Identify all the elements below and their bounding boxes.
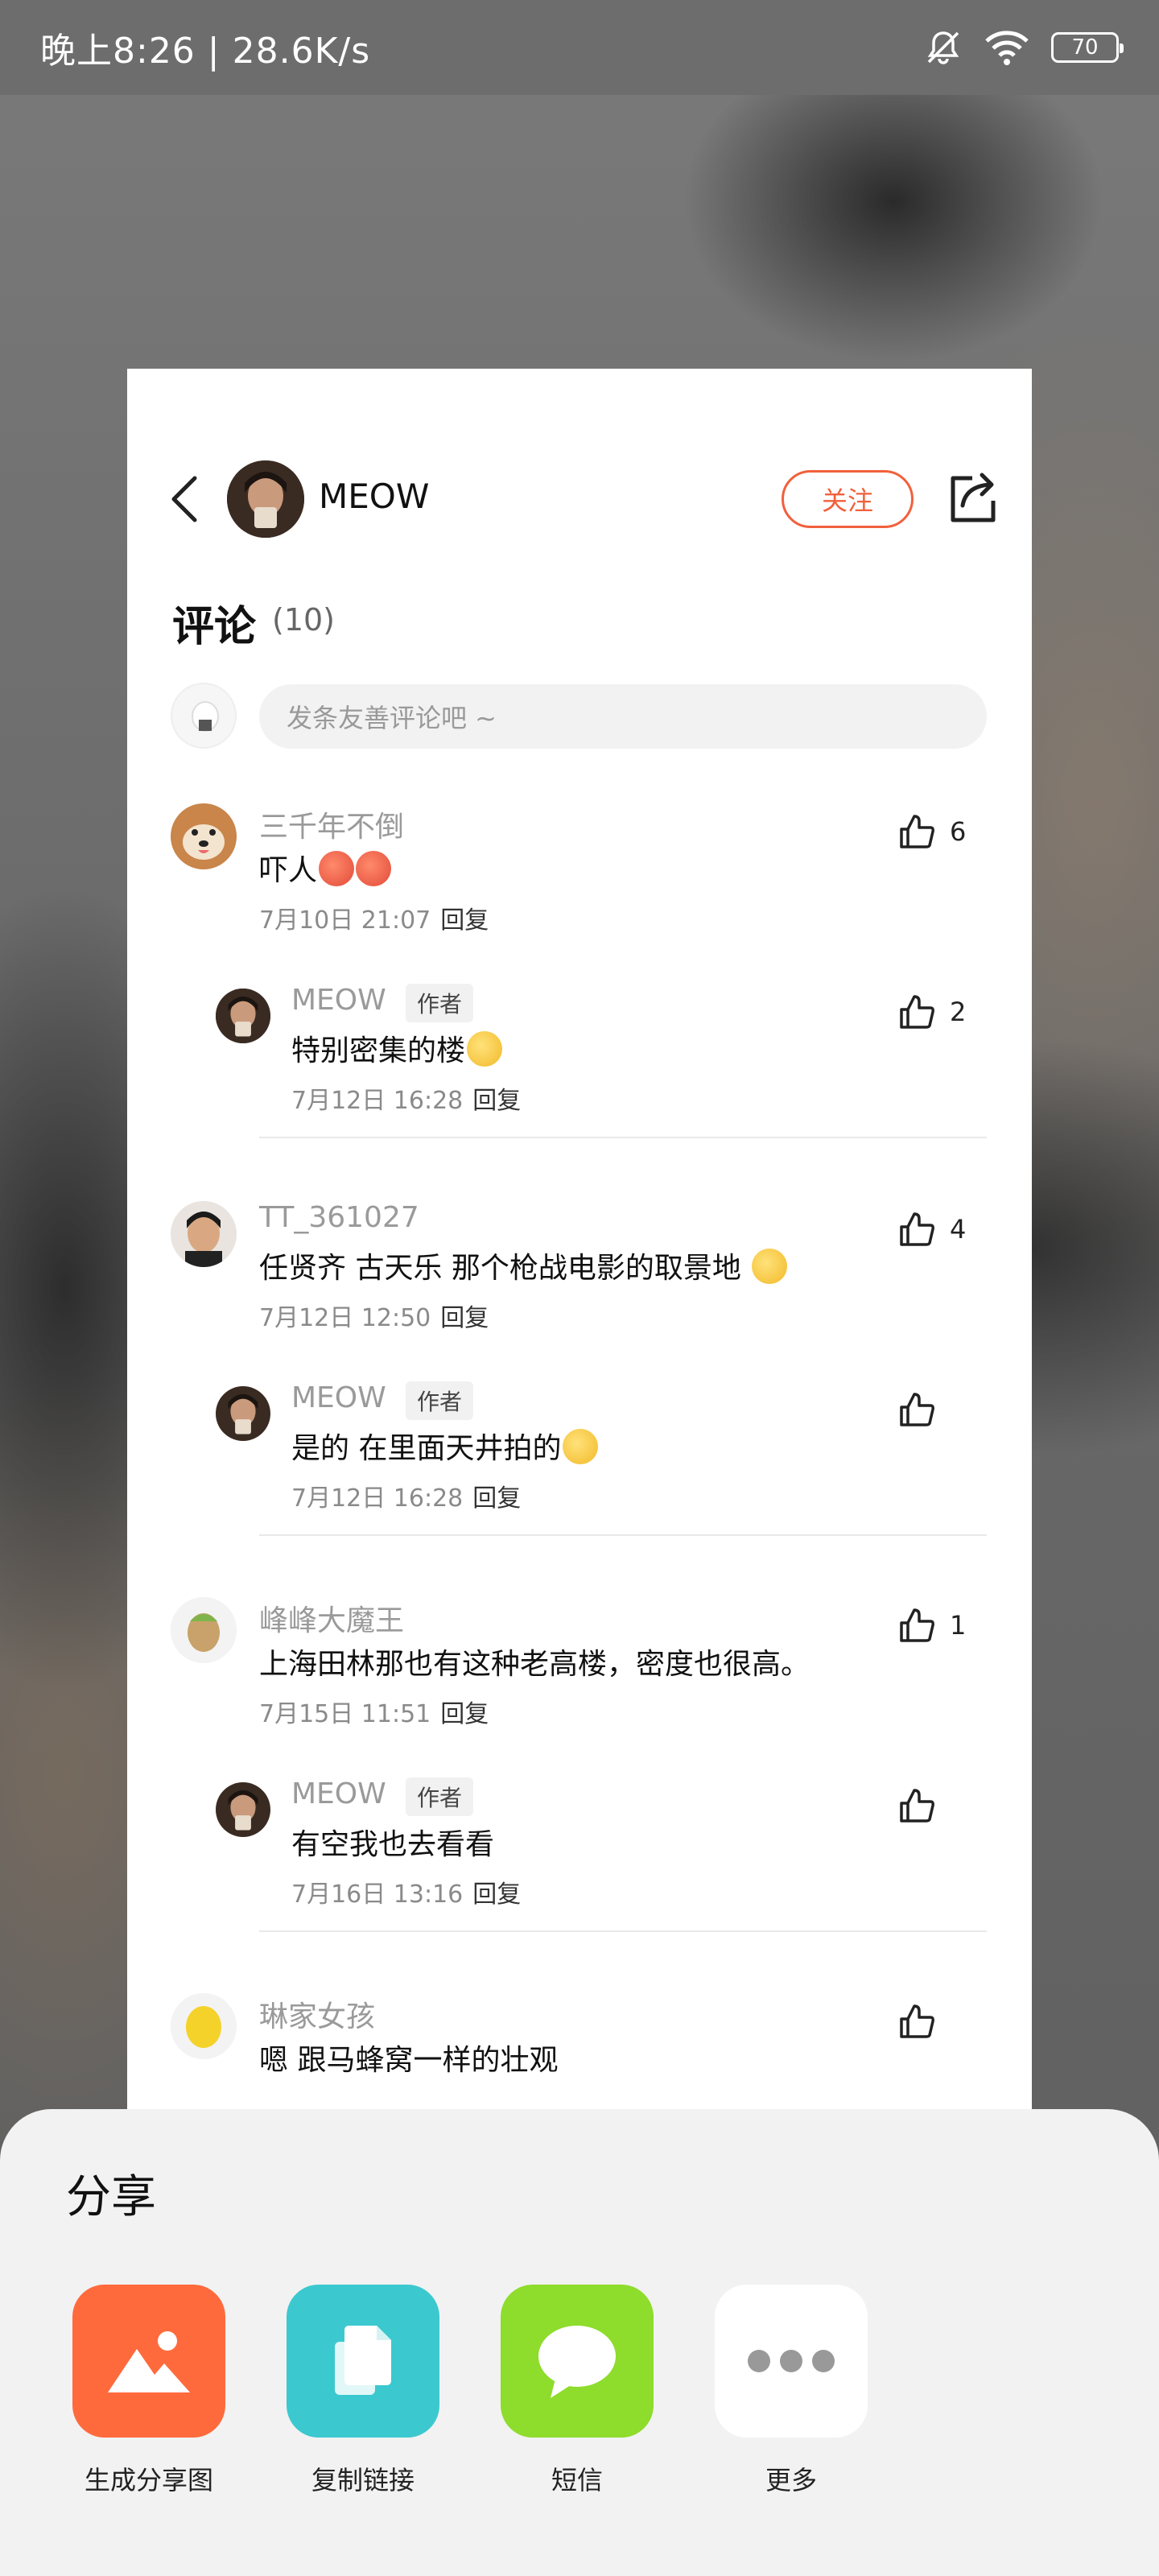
divider — [259, 1137, 987, 1138]
comment-input[interactable]: 发条友善评论吧 ~ — [259, 684, 987, 749]
commenter-avatar[interactable] — [171, 1201, 237, 1267]
reply-author-name[interactable]: MEOW — [291, 984, 386, 1017]
commenter-name[interactable]: 琳家女孩 — [259, 1993, 375, 2035]
share-generate-image[interactable]: 生成分享图 — [72, 2285, 225, 2497]
like-count: 4 — [950, 1214, 967, 1245]
reply-text: 特别密集的楼 — [291, 1027, 503, 1069]
share-sms[interactable]: 短信 — [501, 2285, 654, 2497]
like-count: 1 — [950, 1610, 967, 1641]
comments-count: (10) — [272, 602, 336, 638]
like-icon[interactable] — [898, 2003, 935, 2040]
like-icon[interactable] — [898, 993, 935, 1030]
author-name[interactable]: MEOW — [319, 477, 429, 516]
divider — [259, 1930, 987, 1932]
follow-button[interactable]: 关注 — [782, 470, 914, 528]
like-icon[interactable] — [898, 813, 935, 850]
commenter-avatar[interactable] — [171, 1993, 237, 2059]
reply-button[interactable]: 回复 — [440, 1700, 489, 1728]
battery-icon: 70 — [1051, 32, 1124, 63]
scared-emoji-icon — [319, 851, 355, 886]
post-card: MEOW 关注 评论 (10) 发条友善评论吧 ~ 三千年不倒 吓人 7月10日… — [127, 369, 1032, 2220]
comment-text: 嗯 跟马蜂窝一样的壮观 — [259, 2044, 559, 2077]
author-avatar[interactable] — [227, 460, 304, 538]
reply-author-name[interactable]: MEOW — [291, 1381, 386, 1414]
scared-emoji-icon — [356, 851, 392, 886]
reply-author-name[interactable]: MEOW — [291, 1777, 386, 1810]
image-icon[interactable] — [72, 2285, 225, 2438]
reply-button[interactable]: 回复 — [472, 1484, 521, 1513]
commenter-avatar[interactable] — [171, 803, 237, 869]
more-icon[interactable] — [715, 2285, 868, 2438]
comments-title: 评论 — [172, 603, 257, 651]
reply-author-avatar[interactable] — [216, 989, 270, 1043]
commenter-avatar[interactable] — [171, 1597, 237, 1663]
reply-button[interactable]: 回复 — [472, 1880, 521, 1909]
reply-author-avatar[interactable] — [216, 1386, 270, 1441]
grin-emoji-icon — [752, 1249, 788, 1284]
share-sheet-title: 分享 — [66, 2171, 156, 2223]
like-icon[interactable] — [898, 1787, 935, 1824]
reply-meta: 7月12日 16:28 回复 — [291, 1484, 522, 1513]
shocked-emoji-icon — [467, 1031, 503, 1067]
commenter-name[interactable]: TT_361027 — [259, 1201, 419, 1234]
like-count: 6 — [950, 816, 967, 847]
commenter-name[interactable]: 峰峰大魔王 — [259, 1597, 404, 1639]
like-count: 2 — [950, 997, 967, 1027]
grin-emoji-icon — [563, 1429, 599, 1464]
reply-button[interactable]: 回复 — [440, 906, 489, 935]
comment-text: 任贤齐 古天乐 那个枪战电影的取景地 — [259, 1245, 788, 1286]
like-icon[interactable] — [898, 1211, 935, 1248]
commenter-name[interactable]: 三千年不倒 — [259, 803, 404, 845]
share-more[interactable]: 更多 — [715, 2285, 868, 2497]
comment-text: 吓人 — [259, 847, 392, 889]
reply-meta: 7月16日 13:16 回复 — [291, 1880, 522, 1909]
share-icon[interactable] — [948, 469, 998, 525]
post-header: MEOW 关注 — [127, 459, 1032, 539]
reply-meta: 7月12日 16:28 回复 — [291, 1087, 522, 1115]
status-bar: 晚上8:26 | 28.6K/s 70 — [0, 0, 1159, 95]
like-icon[interactable] — [898, 1391, 935, 1428]
comment-meta: 7月12日 12:50 回复 — [259, 1304, 489, 1332]
reply-text: 有空我也去看看 — [291, 1828, 495, 1861]
sms-icon[interactable] — [501, 2285, 654, 2438]
my-avatar — [171, 683, 237, 749]
share-copy-link[interactable]: 复制链接 — [287, 2285, 439, 2497]
share-sheet: 分享 生成分享图 复制链接 短信 更多 — [0, 2109, 1159, 2576]
share-label: 生成分享图 — [84, 2465, 213, 2496]
back-icon[interactable] — [164, 473, 209, 525]
comment-meta: 7月10日 21:07 回复 — [259, 906, 489, 935]
share-label: 短信 — [551, 2465, 603, 2496]
status-time: 晚上8:26 | 28.6K/s — [40, 31, 371, 72]
copy-link-icon[interactable] — [287, 2285, 439, 2438]
author-tag: 作者 — [406, 984, 474, 1022]
comment-text: 上海田林那也有这种老高楼，密度也很高。 — [259, 1648, 810, 1681]
mute-bell-icon — [927, 31, 959, 64]
divider — [259, 1534, 987, 1536]
share-label: 复制链接 — [311, 2465, 415, 2496]
like-icon[interactable] — [898, 1607, 935, 1644]
battery-level: 70 — [1071, 35, 1099, 60]
reply-button[interactable]: 回复 — [440, 1304, 489, 1332]
comment-meta: 7月15日 11:51 回复 — [259, 1700, 489, 1728]
author-tag: 作者 — [406, 1381, 474, 1420]
share-label: 更多 — [765, 2465, 817, 2496]
reply-button[interactable]: 回复 — [472, 1087, 521, 1115]
author-tag: 作者 — [406, 1777, 474, 1816]
reply-author-avatar[interactable] — [216, 1782, 270, 1837]
reply-text: 是的 在里面天井拍的 — [291, 1425, 599, 1467]
wifi-icon — [985, 31, 1029, 65]
